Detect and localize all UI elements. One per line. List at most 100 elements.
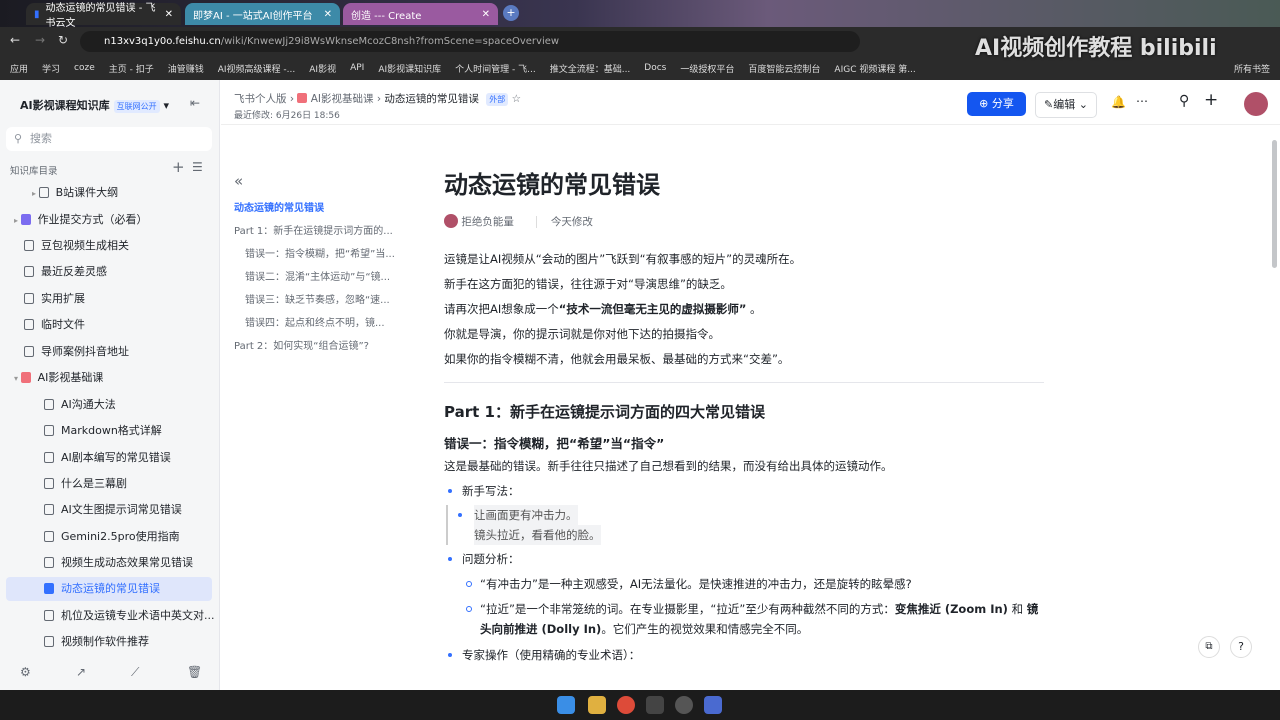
add-icon[interactable]: +: [1204, 90, 1218, 110]
doc-icon: [44, 636, 54, 647]
tree-item[interactable]: AI沟通大法: [6, 393, 212, 417]
tree-item[interactable]: 实用扩展: [6, 287, 212, 311]
toc-item[interactable]: Part 1：新手在运镜提示词方面的...: [234, 220, 404, 243]
collapse-toc-icon[interactable]: «: [234, 172, 243, 190]
share-button[interactable]: ⊕ 分享: [967, 92, 1026, 116]
close-icon[interactable]: ✕: [482, 9, 490, 20]
avatar[interactable]: [1244, 92, 1268, 116]
star-icon[interactable]: ☆: [512, 93, 521, 105]
tree-item[interactable]: 导师案例抖音地址: [6, 340, 212, 364]
tree-item[interactable]: 视频制作软件推荐: [6, 630, 212, 654]
bookmark[interactable]: 油管赚钱: [168, 62, 204, 75]
help-button[interactable]: ?: [1230, 636, 1252, 658]
doc-icon: [24, 293, 34, 304]
list-icon[interactable]: ☰: [192, 160, 203, 174]
doc-icon: [44, 452, 54, 463]
tree-item[interactable]: 什么是三幕剧: [6, 472, 212, 496]
tree-item[interactable]: 视频生成动态效果常见错误: [6, 551, 212, 575]
app-icon[interactable]: [646, 696, 664, 714]
tab-jimeng[interactable]: 即梦AI - 一站式AI创作平台 ✕: [185, 3, 340, 25]
tree-item[interactable]: 临时文件: [6, 313, 212, 337]
toc-item[interactable]: 错误二：混淆“主体运动”与“镜...: [234, 266, 404, 289]
tab-create[interactable]: 创造 --- Create ✕: [343, 3, 498, 25]
quote-block: 让画面更有冲击力。 镜头拉近，看看他的脸。: [446, 505, 1044, 545]
tree-item[interactable]: 最近反差灵感: [6, 260, 212, 284]
more-icon[interactable]: ⋯: [1136, 94, 1148, 108]
tree-item[interactable]: 豆包视频生成相关: [6, 234, 212, 258]
tree-item[interactable]: 机位及运镜专业术语中英文对...: [6, 604, 215, 628]
toc-item[interactable]: 错误三：缺乏节奏感，忽略“速...: [234, 289, 404, 312]
modified-text: 今天修改: [535, 216, 593, 228]
windows-start-icon[interactable]: [557, 696, 575, 714]
tree-item[interactable]: ▸ 作业提交方式（必看）: [6, 208, 212, 232]
settings-icon[interactable]: ⚙: [20, 665, 31, 679]
bookmark[interactable]: AI视频高级课程 -...: [218, 62, 296, 75]
tree-item[interactable]: Gemini2.5pro使用指南: [6, 525, 212, 549]
file-explorer-icon[interactable]: [588, 696, 606, 714]
paragraph: 新手在这方面犯的错误，往往源于对“导演思维”的缺乏。: [444, 277, 732, 291]
bookmark[interactable]: 应用: [10, 62, 28, 75]
bell-icon[interactable]: 🔔: [1111, 95, 1126, 109]
tree-item[interactable]: AI剧本编写的常见错误: [6, 446, 212, 470]
url-input[interactable]: n13xv3q1y0o.feishu.cn/wiki/KnwewJj29i8Ws…: [80, 31, 860, 52]
close-icon[interactable]: ✕: [324, 9, 332, 20]
public-badge: 互联网公开: [113, 100, 160, 113]
bookmark[interactable]: 一级授权平台: [680, 62, 734, 75]
bookmark[interactable]: Docs: [644, 63, 666, 73]
forward-icon[interactable]: →: [35, 33, 45, 47]
tree-item[interactable]: ▾ AI影视基础课: [6, 366, 212, 390]
tree-item-active[interactable]: 动态运镜的常见错误: [6, 577, 212, 601]
app-icon[interactable]: [704, 696, 722, 714]
bookmark[interactable]: AIGC 视频课程 第...: [834, 62, 915, 75]
collapse-sidebar-icon[interactable]: ⇤: [190, 96, 200, 110]
bookmark[interactable]: 学习: [42, 62, 60, 75]
bookmark[interactable]: 百度智能云控制台: [748, 62, 820, 75]
toc-item[interactable]: Part 2：如何实现“组合运镜”?: [234, 335, 404, 358]
bookmark[interactable]: 所有书签: [1234, 62, 1280, 75]
doc-helper-button[interactable]: ⧉: [1198, 636, 1220, 658]
sidebar: AI影视课程知识库 互联网公开 ▾ ⇤ ⚲ 搜索 知识库目录 + ☰ ▸ B站课件大…: [0, 80, 220, 690]
reload-icon[interactable]: ↻: [58, 33, 68, 47]
doc-icon: [44, 478, 54, 489]
doc-icon: ▮: [34, 8, 40, 20]
search-icon[interactable]: ⚲: [1179, 93, 1189, 109]
new-tab-button[interactable]: +: [503, 5, 519, 21]
wiki-title[interactable]: AI影视课程知识库 互联网公开 ▾: [20, 97, 169, 113]
tree-item[interactable]: AI文生图提示词常见错误: [6, 498, 212, 522]
bookmark[interactable]: AI影视课知识库: [378, 62, 441, 75]
paragraph: 如果你的指令模糊不清，他就会用最呆板、最基础的方式来“交差”。: [444, 352, 790, 366]
last-modified: 最近修改: 6月26日 18:56: [234, 111, 340, 121]
paragraph: 运镜是让AI视频从“会动的图片”飞跃到“有叙事感的短片”的灵魂所在。: [444, 252, 802, 266]
doc-icon: [44, 399, 54, 410]
toc-item[interactable]: 错误一：指令模糊，把“希望”当...: [234, 243, 404, 266]
breadcrumb-item[interactable]: 飞书个人版: [234, 93, 287, 105]
share-icon[interactable]: ↗: [76, 665, 86, 679]
tree-item[interactable]: ▸ B站课件大纲: [6, 181, 212, 205]
add-icon[interactable]: +: [172, 158, 185, 176]
doc-header: 飞书个人版 › AI影视基础课 › 动态运镜的常见错误 外部 ☆ 最近修改: 6…: [221, 80, 1280, 125]
close-icon[interactable]: ✕: [165, 9, 173, 20]
breadcrumb-item[interactable]: AI影视基础课: [311, 93, 374, 105]
back-icon[interactable]: ←: [10, 33, 20, 47]
scrollbar[interactable]: [1272, 140, 1277, 268]
pencil-icon: ✎: [1044, 98, 1054, 111]
bookmark[interactable]: API: [350, 63, 364, 73]
app-icon[interactable]: [675, 696, 693, 714]
trash-icon[interactable]: 🗑: [187, 665, 202, 679]
edit-button[interactable]: ✎编辑 ⌄: [1035, 92, 1097, 118]
author-name[interactable]: 拒绝负能量: [461, 216, 514, 228]
toc-item[interactable]: 动态运镜的常见错误: [234, 197, 404, 220]
bookmark[interactable]: 推文全流程：基础...: [550, 62, 631, 75]
list-item: 问题分析：: [444, 548, 1044, 570]
tree-item[interactable]: Markdown格式详解: [6, 419, 212, 443]
tab-feishu[interactable]: ▮ 动态运镜的常见错误 - 飞书云文 ✕: [26, 3, 181, 29]
bookmark[interactable]: 个人时间管理 - 飞...: [455, 62, 536, 75]
bookmark[interactable]: 主页 - 扣子: [109, 62, 154, 75]
bookmark[interactable]: AI影视: [309, 62, 336, 75]
doc-icon: [24, 346, 34, 357]
search-input[interactable]: ⚲ 搜索: [6, 127, 212, 151]
chart-icon[interactable]: ⟋: [131, 665, 139, 680]
toc-item[interactable]: 错误四：起点和终点不明，镜...: [234, 312, 404, 335]
chrome-icon[interactable]: [617, 696, 635, 714]
bookmark[interactable]: coze: [74, 63, 95, 73]
